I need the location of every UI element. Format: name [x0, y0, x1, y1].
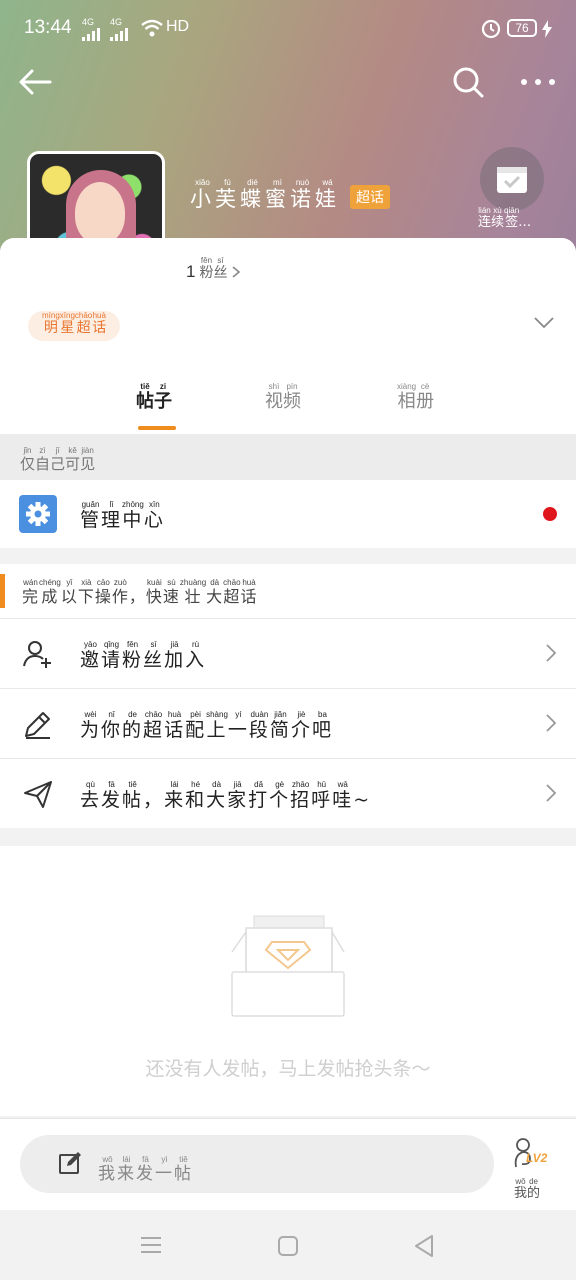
- back-arrow-icon[interactable]: [16, 62, 56, 102]
- status-time: 13:44: [24, 17, 72, 38]
- task-invite-fans[interactable]: 邀yāo请qǐng粉fěn丝sī加jiā入rù: [0, 618, 576, 688]
- fans-count: 1: [186, 262, 196, 281]
- private-notice-text: 仅jǐn自zì己jǐ可kě见jiàn: [20, 446, 96, 473]
- task-add-intro[interactable]: 为wèi你nǐ的de超chāo话huà配pèi上shàng一yí段duàn简ji…: [0, 688, 576, 758]
- compose-post-button[interactable]: 我wǒ来lái发fā一yì帖tiě: [20, 1135, 494, 1193]
- empty-state: 还没有人发帖，马上发帖抢头条～: [0, 846, 576, 1116]
- status-bar: 13:44 4G 4G HD 76: [0, 0, 576, 56]
- tab-albums[interactable]: 相xiàng册cè: [397, 382, 434, 413]
- checkin-button[interactable]: [480, 147, 544, 211]
- battery-indicator: 76: [507, 19, 537, 37]
- menu-icon[interactable]: [140, 1236, 162, 1254]
- home-icon[interactable]: [277, 1235, 299, 1257]
- empty-box-icon: [231, 915, 345, 1017]
- tab-videos[interactable]: 视shì频pín: [265, 382, 301, 413]
- send-icon: [24, 781, 52, 808]
- charging-icon: [542, 20, 552, 38]
- notification-dot: [543, 507, 557, 521]
- task-first-post[interactable]: 去qù发fā帖tiě，来lái和hé大dà家jiā打dǎ个gè招zhāo呼hū哇…: [0, 758, 576, 828]
- fans-label: 粉fěn丝sī: [199, 256, 228, 281]
- gear-icon: [19, 495, 57, 533]
- task-label: 邀yāo请qǐng粉fěn丝sī加jiā入rù: [80, 640, 207, 671]
- edit-icon: [59, 1152, 81, 1174]
- chevron-right-icon: [546, 714, 557, 732]
- signal-icon-2: [110, 28, 128, 41]
- management-center-label: 管guǎn理lǐ中zhōng心xīn: [80, 500, 165, 531]
- chevron-right-icon: [232, 266, 241, 278]
- task-label: 为wèi你nǐ的de超chāo话huà配pèi上shàng一yí段duàn简ji…: [80, 710, 333, 741]
- signal-label-1: 4G: [82, 17, 95, 27]
- system-navigation-bar: [0, 1210, 576, 1280]
- section-divider: [0, 828, 576, 846]
- alarm-icon: [481, 19, 501, 39]
- chaohua-tag: 超话: [350, 185, 390, 209]
- private-notice: 仅jǐn自zì己jǐ可kě见jiàn: [0, 434, 576, 480]
- chevron-right-icon: [546, 784, 557, 802]
- mine-label: 我wǒ的de: [514, 1177, 541, 1201]
- network-label: HD: [166, 18, 190, 35]
- pencil-icon: [25, 712, 50, 739]
- topic-title-row: 小xiǎo芙fú蝶dié蜜mì诺nuò娃wá 超话: [190, 178, 390, 213]
- more-options-icon[interactable]: [518, 62, 558, 102]
- accent-bar: [0, 574, 5, 608]
- compose-placeholder: 我wǒ来lái发fā一yì帖tiě: [98, 1155, 193, 1184]
- chevron-right-icon: [546, 644, 557, 662]
- checkin-label: 连lián续xù签qiān…: [478, 206, 532, 230]
- active-tab-indicator: [138, 426, 176, 430]
- calendar-check-icon: [497, 167, 527, 193]
- task-label: 去qù发fā帖tiě，来lái和hé大dà家jiā打dǎ个gè招zhāo呼hū哇…: [80, 780, 372, 811]
- tasks-header: 完wán成chéng以yǐ下xià操cāo作zuò，快kuài速sù壮zhuàn…: [0, 564, 576, 618]
- user-level-badge: LV2: [526, 1151, 548, 1165]
- bottom-bar: 我wǒ来lái发fā一yì帖tiě LV2 我wǒ的de: [0, 1118, 576, 1210]
- user-add-icon: [23, 641, 51, 668]
- tab-bar: 帖tiě子zi 视shì频pín 相xiàng册cè: [0, 378, 576, 434]
- fans-link[interactable]: 1 粉fěn丝sī: [186, 256, 241, 282]
- mine-button[interactable]: LV2 我wǒ的de: [508, 1137, 558, 1201]
- chevron-down-icon[interactable]: [533, 316, 555, 330]
- back-icon[interactable]: [412, 1234, 436, 1258]
- wifi-icon: [141, 19, 163, 37]
- tasks-header-text: 完wán成chéng以yǐ下xià操cāo作zuò，快kuài速sù壮zhuàn…: [22, 578, 258, 606]
- management-center-row[interactable]: 管guǎn理lǐ中zhōng心xīn: [0, 480, 576, 548]
- profile-card: 1 粉fěn丝sī 明míng星xīng超chāo话huà 帖tiě子zi 视s…: [0, 238, 576, 434]
- top-navigation: [0, 56, 576, 106]
- tab-posts[interactable]: 帖tiě子zi: [136, 382, 172, 413]
- topic-name: 小xiǎo芙fú蝶dié蜜mì诺nuò娃wá: [190, 178, 340, 211]
- signal-icon: [82, 28, 100, 41]
- signal-label-2: 4G: [110, 17, 123, 27]
- search-icon[interactable]: [448, 62, 488, 102]
- star-topic-badge[interactable]: 明míng星xīng超chāo话huà: [28, 311, 121, 341]
- empty-state-text: 还没有人发帖，马上发帖抢头条～: [145, 1058, 431, 1080]
